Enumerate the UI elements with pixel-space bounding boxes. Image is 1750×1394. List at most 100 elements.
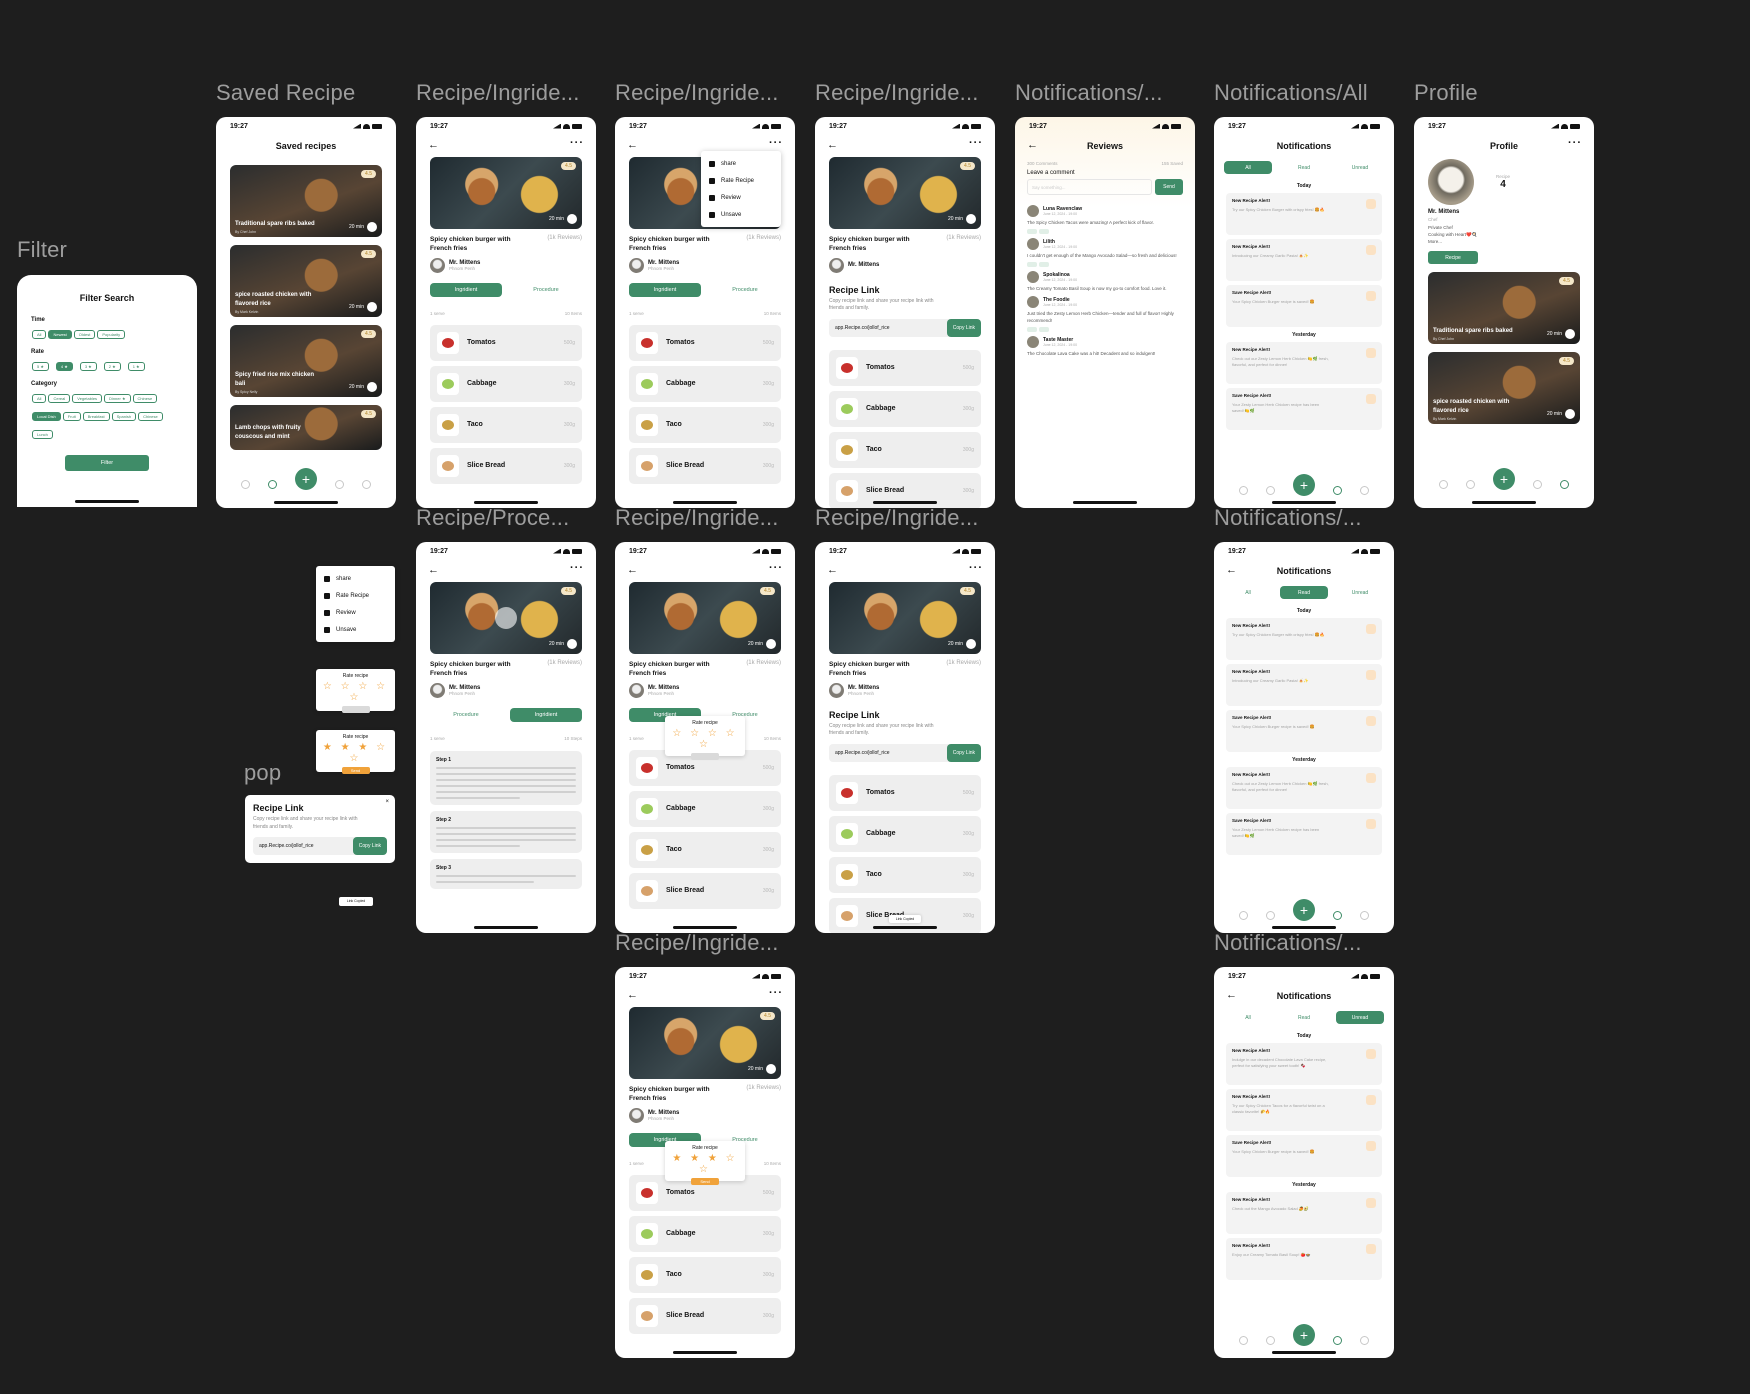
bell-icon[interactable]: [1333, 485, 1342, 495]
copy-link-button[interactable]: Copy Link: [946, 318, 981, 337]
bookmark-icon[interactable]: [567, 639, 577, 649]
time-option[interactable]: Popularity: [97, 330, 126, 339]
bookmark-icon[interactable]: [966, 214, 976, 224]
category-option[interactable]: Breakfast: [82, 412, 110, 421]
menu-unsave[interactable]: Unsave: [709, 206, 773, 223]
tab-all[interactable]: All: [1224, 1011, 1272, 1024]
add-icon[interactable]: +: [1293, 899, 1315, 921]
notification-item[interactable]: New Recipe Alert! Introducing our Creamy …: [1226, 664, 1382, 706]
rate-option[interactable]: 2 ★: [103, 362, 121, 371]
more-icon[interactable]: ···: [1568, 137, 1582, 149]
copy-link-button[interactable]: Copy Link: [352, 837, 387, 855]
profile-icon[interactable]: [1360, 910, 1369, 920]
bookmark-icon[interactable]: [1266, 485, 1275, 495]
tab-ingredient[interactable]: Ingridient: [430, 282, 502, 297]
bookmark-icon[interactable]: [367, 302, 377, 312]
back-arrow-icon[interactable]: ←: [627, 564, 638, 576]
bookmark-icon[interactable]: [1266, 1335, 1275, 1345]
notification-item[interactable]: New Recipe Alert! Indulge in our decadent…: [1226, 1043, 1382, 1085]
tab-read[interactable]: Read: [1280, 161, 1328, 174]
notification-item[interactable]: New Recipe Alert! Try our Spicy Chicken B…: [1226, 193, 1382, 235]
menu-rate[interactable]: Rate Recipe: [709, 172, 773, 189]
tab-unread[interactable]: Unread: [1336, 161, 1384, 174]
bookmark-icon[interactable]: [367, 382, 377, 392]
bookmark-icon[interactable]: [766, 639, 776, 649]
bell-icon[interactable]: [335, 479, 344, 489]
category-option[interactable]: Lunch: [32, 430, 53, 439]
saved-card[interactable]: 4.5 spice roasted chicken with flavored r…: [230, 245, 382, 317]
notification-item[interactable]: Save Recipe Alert! Your Spicy Chicken Bur…: [1226, 1135, 1382, 1177]
more-icon[interactable]: ···: [969, 137, 983, 149]
category-option[interactable]: Fruit: [62, 412, 81, 421]
play-icon[interactable]: [495, 607, 517, 629]
add-icon[interactable]: +: [1293, 1324, 1315, 1346]
back-arrow-icon[interactable]: ←: [827, 139, 838, 151]
profile-icon[interactable]: [1360, 1335, 1369, 1345]
filter-button[interactable]: Filter: [65, 455, 149, 471]
bookmark-icon[interactable]: [567, 214, 577, 224]
rate-send-button[interactable]: [691, 753, 719, 760]
rate-send-button[interactable]: Send: [691, 1178, 719, 1185]
bookmark-icon[interactable]: [1565, 409, 1575, 420]
tab-read[interactable]: Read: [1280, 1011, 1328, 1024]
category-option[interactable]: Spanish: [111, 412, 137, 421]
add-icon[interactable]: +: [1493, 468, 1515, 490]
notification-item[interactable]: Save Recipe Alert! Your Spicy Chicken Bur…: [1226, 710, 1382, 752]
more-icon[interactable]: ···: [969, 562, 983, 574]
profile-recipe-card[interactable]: 4.5 spice roasted chicken with flavored r…: [1428, 352, 1580, 425]
tab-procedure[interactable]: Procedure: [510, 283, 582, 297]
notification-item[interactable]: Save Recipe Alert! Your Zesty Lemon Herb …: [1226, 388, 1382, 430]
more-icon[interactable]: ···: [570, 137, 584, 149]
more-icon[interactable]: ···: [769, 137, 783, 149]
rate-send-button[interactable]: Send: [341, 767, 370, 774]
menu-unsave[interactable]: Unsave: [324, 621, 387, 638]
tab-unread[interactable]: Unread: [1336, 586, 1384, 599]
menu-rate[interactable]: Rate Recipe: [324, 587, 387, 604]
notification-item[interactable]: New Recipe Alert! Introducing our Creamy …: [1226, 239, 1382, 281]
dislike-icon[interactable]: [1039, 228, 1049, 234]
rating-stars[interactable]: ☆ ☆ ☆ ☆ ☆: [670, 728, 740, 750]
bell-icon[interactable]: [1333, 910, 1342, 920]
back-arrow-icon[interactable]: ←: [627, 139, 638, 151]
tab-ingredient[interactable]: Ingridient: [629, 282, 701, 297]
time-option[interactable]: All: [32, 330, 47, 339]
like-icon[interactable]: [1027, 326, 1037, 332]
profile-icon[interactable]: [1560, 479, 1569, 489]
back-arrow-icon[interactable]: ←: [1027, 139, 1038, 151]
rating-stars[interactable]: ★ ★ ★ ☆ ☆: [670, 1153, 740, 1175]
add-icon[interactable]: +: [295, 468, 317, 490]
menu-share[interactable]: share: [324, 570, 387, 587]
profile-recipe-card[interactable]: 4.5 Traditional spare ribs baked By Chef J…: [1428, 272, 1580, 345]
back-arrow-icon[interactable]: ←: [1226, 989, 1237, 1001]
rate-option[interactable]: 4 ★: [55, 362, 73, 371]
tab-all[interactable]: All: [1224, 586, 1272, 599]
notification-item[interactable]: New Recipe Alert! Check out the Mango Avo…: [1226, 1192, 1382, 1234]
tab-procedure[interactable]: Procedure: [709, 283, 781, 297]
notification-item[interactable]: Save Recipe Alert! Your Spicy Chicken Bur…: [1226, 285, 1382, 327]
bookmark-icon[interactable]: [1466, 479, 1475, 489]
category-option[interactable]: All: [32, 394, 47, 403]
bookmark-icon[interactable]: [966, 639, 976, 649]
time-option[interactable]: Newest: [48, 330, 72, 339]
notification-item[interactable]: New Recipe Alert! Try our Spicy Chicken B…: [1226, 618, 1382, 660]
bookmark-icon[interactable]: [1565, 329, 1575, 340]
bookmark-icon[interactable]: [367, 222, 377, 232]
send-button[interactable]: Send: [1155, 179, 1183, 195]
rate-option[interactable]: 3 ★: [79, 362, 97, 371]
category-option[interactable]: Local Dish: [32, 412, 61, 421]
menu-review[interactable]: Review: [709, 189, 773, 206]
back-arrow-icon[interactable]: ←: [627, 989, 638, 1001]
category-option[interactable]: Chinese: [132, 394, 158, 403]
add-icon[interactable]: +: [1293, 474, 1315, 496]
category-option[interactable]: Chinese: [138, 412, 163, 421]
bookmark-icon[interactable]: [268, 479, 277, 489]
category-option[interactable]: Cereal: [48, 394, 71, 403]
home-icon[interactable]: [1439, 479, 1448, 489]
back-arrow-icon[interactable]: ←: [428, 139, 439, 151]
notification-item[interactable]: New Recipe Alert! Check out our Zesty Lem…: [1226, 342, 1382, 384]
more-icon[interactable]: ···: [769, 987, 783, 999]
back-arrow-icon[interactable]: ←: [428, 564, 439, 576]
time-option[interactable]: Oldest: [73, 330, 96, 339]
profile-icon[interactable]: [1360, 485, 1369, 495]
saved-card[interactable]: 4.5 Spicy fried rice mix chicken bali By S…: [230, 325, 382, 397]
